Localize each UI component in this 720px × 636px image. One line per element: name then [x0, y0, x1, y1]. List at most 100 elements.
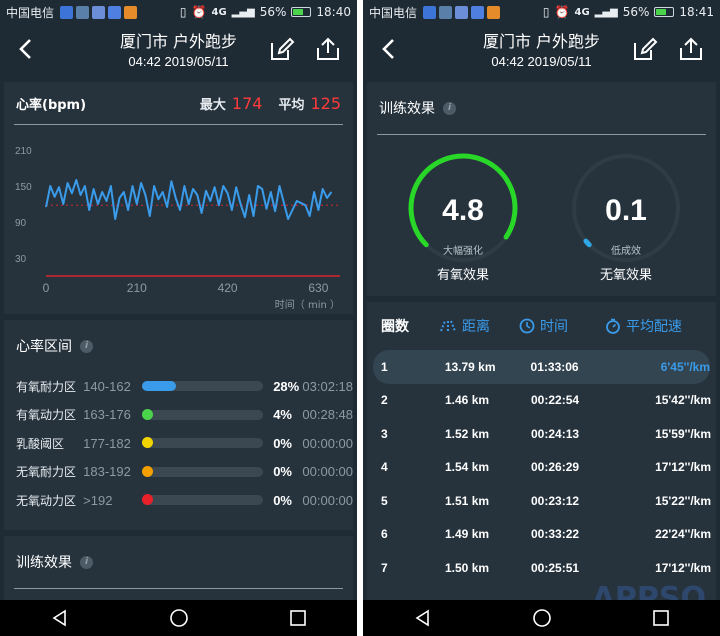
- zone-percent: 0%: [273, 492, 292, 508]
- nav-home-button[interactable]: [169, 608, 189, 628]
- zone-range: 163-176: [83, 407, 131, 423]
- notification-icon: [487, 5, 501, 19]
- info-icon[interactable]: i: [80, 339, 93, 353]
- clock-icon: [519, 318, 535, 334]
- lap-row[interactable]: 4 1.54 km 00:26:29 17'12''/km: [367, 451, 716, 485]
- anaerobic-label: 无氧效果: [599, 268, 652, 283]
- edit-button[interactable]: [632, 36, 658, 62]
- info-icon[interactable]: i: [80, 555, 93, 569]
- heart-rate-label: 心率(bpm): [16, 97, 87, 113]
- lap-row[interactable]: 6 1.49 km 00:33:22 22'24''/km: [367, 518, 716, 552]
- heart-rate-series-line: [45, 179, 333, 220]
- notification-icon: [92, 5, 106, 19]
- laps-header: 圈数 距离 时间 平均配速: [367, 302, 716, 350]
- zone-progress-dot: [141, 465, 153, 477]
- lap-distance: 1.52 km: [445, 426, 490, 441]
- zone-percent: 4%: [273, 407, 292, 423]
- right-screen: 中国电信 ▯ ⏰ 4G ▂▄▆ 56% 18:41 厦门市 户外跑步 04:42…: [363, 0, 720, 636]
- notification-icons: [60, 5, 138, 19]
- time-column-header[interactable]: 时间: [519, 316, 605, 336]
- y-tick-label: 90: [15, 218, 27, 229]
- distance-icon: [440, 320, 456, 332]
- notification-icon: [60, 5, 74, 19]
- y-tick-label: 30: [15, 254, 27, 265]
- page-title: 厦门市 户外跑步: [119, 32, 238, 51]
- lap-row[interactable]: 2 1.46 km 00:22:54 15'42''/km: [367, 384, 716, 418]
- lap-column-header: 圈数: [381, 319, 409, 335]
- notification-icon: [108, 5, 122, 19]
- zone-row: 无氧耐力区 183-192 0% 00:00:00: [4, 458, 353, 487]
- time-header-label: 时间: [540, 319, 568, 335]
- lap-time: 00:23:12: [531, 493, 580, 508]
- lap-distance: 13.79 km: [444, 359, 496, 374]
- aerobic-value: 4.8: [442, 194, 484, 227]
- zone-percent: 0%: [273, 435, 292, 451]
- left-screen: 中国电信 ▯ ⏰ 4G ▂▄▆ 56% 18:40 厦门市 户外跑步 04:42…: [0, 0, 357, 636]
- zone-row: 有氧动力区 163-176 4% 00:28:48: [4, 401, 353, 430]
- zone-name: 无氧动力区: [16, 493, 77, 508]
- zone-progress-bar: [141, 465, 264, 477]
- share-button[interactable]: [315, 36, 341, 62]
- notification-icon: [423, 5, 437, 19]
- edit-button[interactable]: [269, 36, 295, 62]
- share-icon: [317, 37, 339, 60]
- nav-recents-button[interactable]: [651, 608, 671, 628]
- lap-row[interactable]: 5 1.51 km 00:23:12 15'22''/km: [367, 484, 716, 518]
- x-tick-label: 420: [218, 281, 238, 295]
- distance-column-header[interactable]: 距离: [439, 316, 519, 336]
- nav-back-button[interactable]: [413, 608, 433, 628]
- lap-row[interactable]: 3 1.52 km 00:24:13 15'59''/km: [367, 417, 716, 451]
- training-title: 训练效果: [16, 555, 72, 571]
- lap-pace: 15'22''/km: [655, 493, 711, 508]
- zone-progress-bar: [141, 437, 264, 449]
- zone-range: 177-182: [83, 435, 131, 451]
- zone-row: 无氧动力区 >192 0% 00:00:00: [4, 486, 353, 515]
- info-icon[interactable]: i: [443, 101, 456, 115]
- zone-list: 有氧耐力区 140-162 28% 03:02:18 有氧动力区 163-176 4% 00:…: [4, 372, 353, 515]
- lap-time: 00:33:22: [531, 527, 580, 542]
- training-effect-card-collapsed: 训练效果 i: [4, 536, 353, 606]
- x-tick-label: 0: [43, 281, 50, 295]
- stopwatch-icon: [606, 318, 620, 334]
- zone-progress-bar: [141, 381, 264, 392]
- zone-time: 03:02:18: [302, 378, 354, 394]
- zone-row: 乳酸阈区 177-182 0% 00:00:00: [4, 429, 353, 458]
- zone-name: 无氧耐力区: [16, 465, 77, 480]
- lap-pace: 17'12''/km: [655, 460, 711, 475]
- lap-number: 7: [381, 560, 388, 575]
- zone-name: 乳酸阈区: [16, 436, 65, 451]
- nav-home-button[interactable]: [532, 608, 552, 628]
- anaerobic-sub: 低成效: [611, 246, 641, 257]
- pace-header-label: 平均配速: [626, 319, 682, 335]
- lap-row[interactable]: 7 1.50 km 00:25:51 17'12''/km: [367, 551, 716, 585]
- notification-icon: [471, 5, 485, 19]
- vibrate-icon: ▯: [179, 5, 187, 19]
- zone-progress-bar: [141, 494, 264, 506]
- page-subtitle: 04:42 2019/05/11: [491, 54, 592, 69]
- distance-header-label: 距离: [462, 319, 490, 335]
- zone-progress-bar: [141, 408, 264, 420]
- laps-card: 圈数 距离 时间 平均配速 1 13.79 km 01:33:06 6'45''/km…: [367, 302, 716, 602]
- zone-time: 00:28:48: [302, 407, 354, 423]
- alarm-icon: ⏰: [191, 5, 207, 19]
- avg-label: 平均: [278, 97, 305, 113]
- nav-back-button[interactable]: [50, 608, 70, 628]
- battery-percent: 56%: [622, 5, 650, 19]
- zone-name: 有氧动力区: [16, 408, 77, 423]
- nav-recents-button[interactable]: [288, 608, 308, 628]
- heart-rate-card: 心率(bpm) 最大 174 平均 125 210 150 90 30 0 210 420 6…: [4, 82, 353, 314]
- zone-range: >192: [83, 492, 113, 508]
- page-subtitle: 04:42 2019/05/11: [128, 54, 229, 69]
- zone-time: 00:00:00: [302, 492, 354, 508]
- lap-number: 6: [381, 527, 388, 542]
- lap-time: 01:33:06: [530, 359, 579, 374]
- lap-row[interactable]: 1 13.79 km 01:33:06 6'45''/km: [373, 350, 710, 384]
- clock: 18:41: [679, 5, 714, 19]
- pace-column-header[interactable]: 平均配速: [605, 316, 695, 336]
- share-button[interactable]: [678, 36, 704, 62]
- edit-icon: [271, 37, 295, 60]
- lap-time: 00:22:54: [531, 393, 580, 408]
- page-title: 厦门市 户外跑步: [482, 32, 601, 51]
- lap-time: 00:26:29: [531, 460, 580, 475]
- lap-time: 00:24:13: [531, 426, 580, 441]
